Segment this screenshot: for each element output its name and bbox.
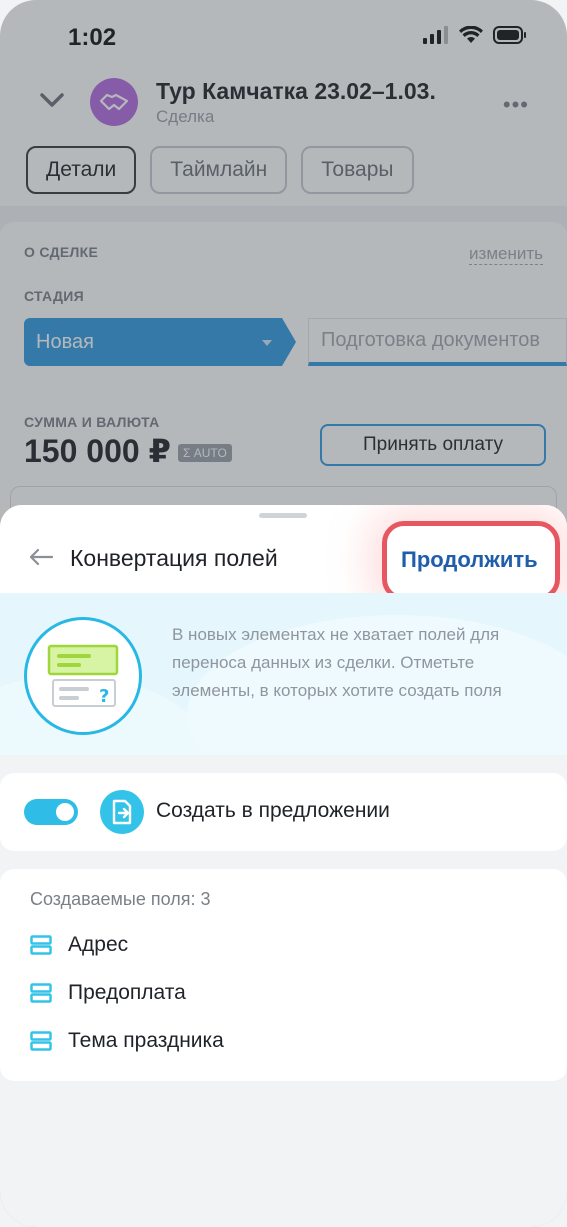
offer-icon (100, 790, 144, 834)
created-fields-card: Создаваемые поля: 3 Адрес Предоплата Тем… (0, 869, 567, 1081)
list-item: Предоплата (30, 981, 186, 1005)
field-icon (30, 935, 52, 955)
list-item: Тема праздника (30, 1029, 224, 1053)
svg-text:?: ? (99, 686, 109, 707)
field-icon (30, 983, 52, 1003)
create-in-offer-toggle[interactable] (24, 799, 78, 825)
toggle-knob (56, 803, 74, 821)
fields-illustration-icon: ? (24, 617, 142, 735)
sheet-title: Конвертация полей (70, 545, 278, 571)
phone-screen: 1:02 Тур Камчатка 23.02–1.03. Сделка •••… (0, 0, 567, 1227)
back-arrow-icon[interactable] (28, 547, 54, 567)
info-banner: ? В новых элементах не хватает полей для… (0, 593, 567, 755)
create-in-offer-row[interactable]: Создать в предложении (0, 773, 567, 851)
list-item: Адрес (30, 933, 128, 957)
continue-button[interactable]: Продолжить (401, 547, 538, 573)
sheet-handle[interactable] (259, 513, 307, 518)
sheet-header: Конвертация полей Продолжить (0, 505, 567, 601)
field-label: Тема праздника (68, 1029, 224, 1052)
field-icon (30, 1031, 52, 1051)
field-label: Предоплата (68, 981, 186, 1004)
info-text: В новых элементах не хватает полей для п… (172, 625, 502, 700)
bottom-sheet: Конвертация полей Продолжить ? В новых э… (0, 505, 567, 1227)
fields-count: Создаваемые поля: 3 (30, 889, 211, 909)
field-label: Адрес (68, 933, 129, 956)
toggle-label: Создать в предложении (156, 799, 390, 822)
